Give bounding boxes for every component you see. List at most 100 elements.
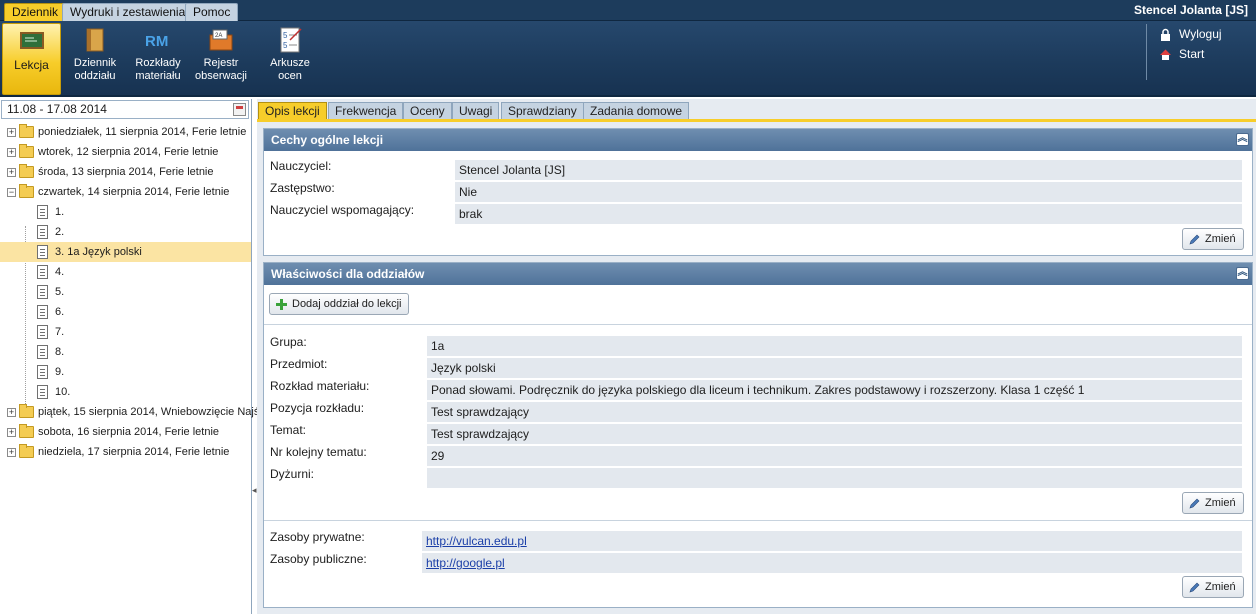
field-value: Nie [455, 182, 1242, 202]
field-row-topic-number: Nr kolejny tematu: 29 [270, 444, 1246, 466]
collapse-up-icon[interactable]: ︽ [1236, 133, 1249, 146]
section-divider [264, 520, 1252, 521]
add-class-button[interactable]: Dodaj oddział do lekcji [269, 293, 410, 315]
top-tab-wydruki[interactable]: Wydruki i zestawienia [62, 3, 194, 21]
svg-text:2A: 2A [215, 33, 222, 39]
grade-sheet-icon: 5 5 [280, 27, 302, 53]
field-label: Nr kolejny tematu: [270, 445, 367, 459]
lesson-document-icon [37, 245, 48, 259]
expand-icon[interactable]: + [7, 428, 16, 437]
tree-lesson-10[interactable]: 10. [0, 382, 251, 402]
field-label: Zasoby prywatne: [270, 530, 365, 544]
tree-day-monday[interactable]: + poniedziałek, 11 sierpnia 2014, Ferie … [0, 122, 251, 142]
tree-day-saturday[interactable]: + sobota, 16 sierpnia 2014, Ferie letnie [0, 422, 251, 442]
tree-node-label: czwartek, 14 sierpnia 2014, Ferie letnie [38, 186, 230, 198]
expand-icon[interactable]: + [7, 148, 16, 157]
lesson-content-area: Opis lekcji Frekwencja Oceny Uwagi Spraw… [257, 99, 1256, 614]
class-properties-panel: Właściwości dla oddziałów ︽ Dodaj oddzia… [263, 262, 1253, 608]
expand-icon[interactable]: + [7, 448, 16, 457]
tree-lesson-8[interactable]: 8. [0, 342, 251, 362]
tree-lesson-1[interactable]: 1. [0, 202, 251, 222]
change-button[interactable]: Zmień [1182, 492, 1244, 514]
lesson-document-icon [37, 225, 48, 239]
tree-lesson-6[interactable]: 6. [0, 302, 251, 322]
start-label: Start [1179, 47, 1205, 61]
tree-day-thursday[interactable]: − czwartek, 14 sierpnia 2014, Ferie letn… [0, 182, 251, 202]
tree-lesson-5[interactable]: 5. [0, 282, 251, 302]
section-divider [264, 324, 1252, 325]
tab-opis-lekcji[interactable]: Opis lekcji [258, 102, 327, 119]
expand-icon[interactable]: + [7, 168, 16, 177]
field-label: Dyżurni: [270, 467, 315, 481]
tree-day-tuesday[interactable]: + wtorek, 12 sierpnia 2014, Ferie letnie [0, 142, 251, 162]
tab-sprawdziany[interactable]: Sprawdziany [501, 102, 584, 119]
panel-title: Cechy ogólne lekcji [271, 133, 384, 147]
chalkboard-icon [19, 32, 44, 49]
lesson-document-icon [37, 205, 48, 219]
field-value: Test sprawdzający [427, 402, 1242, 422]
field-label: Nauczyciel: [270, 159, 332, 173]
tree-node-label: 8. [55, 346, 65, 358]
svg-text:5: 5 [283, 31, 288, 40]
field-label: Zastępstwo: [270, 181, 335, 195]
expand-icon[interactable]: + [7, 408, 16, 417]
journal-book-icon [86, 28, 104, 52]
logout-label: Wyloguj [1179, 27, 1222, 41]
tree-day-wednesday[interactable]: + środa, 13 sierpnia 2014, Ferie letnie [0, 162, 251, 182]
general-properties-panel: Cechy ogólne lekcji ︽ Nauczyciel: Stence… [263, 128, 1253, 256]
tree-lesson-2[interactable]: 2. [0, 222, 251, 242]
field-row-public-resources: Zasoby publiczne: http://google.pl [270, 551, 1246, 573]
tree-node-label: 7. [55, 326, 65, 338]
tree-lesson-4[interactable]: 4. [0, 262, 251, 282]
lesson-tree-panel: 11.08 - 17.08 2014 + poniedziałek, 11 si… [0, 99, 259, 614]
date-range-text: 11.08 - 17.08 2014 [7, 102, 107, 116]
change-label: Zmień [1205, 581, 1236, 593]
start-link[interactable]: Start [1159, 44, 1246, 64]
lesson-document-icon [37, 325, 48, 339]
tree-day-sunday[interactable]: + niedziela, 17 sierpnia 2014, Ferie let… [0, 442, 251, 462]
tree-lesson-9[interactable]: 9. [0, 362, 251, 382]
toolbar-lekcja-button[interactable]: Lekcja [2, 23, 61, 95]
tab-frekwencja[interactable]: Frekwencja [328, 102, 404, 119]
tab-zadania-domowe[interactable]: Zadania domowe [583, 102, 690, 119]
change-button[interactable]: Zmień [1182, 576, 1244, 598]
expand-icon[interactable]: + [7, 128, 16, 137]
folder-icon [19, 164, 34, 178]
field-label: Temat: [270, 423, 307, 437]
toolbar-rejestr-button[interactable]: 2A Rejestr obserwacji [192, 23, 250, 95]
lesson-document-icon [37, 385, 48, 399]
tree-lesson-7[interactable]: 7. [0, 322, 251, 342]
tab-oceny[interactable]: Oceny [403, 102, 452, 119]
toolbar-arkusze-button[interactable]: 5 5 Arkusze ocen [262, 23, 318, 95]
field-value: http://vulcan.edu.pl [422, 531, 1242, 551]
field-label: Rozkład materiału: [270, 379, 370, 393]
tab-uwagi[interactable]: Uwagi [452, 102, 500, 119]
collapse-icon[interactable]: − [7, 188, 16, 197]
lesson-document-icon [37, 365, 48, 379]
toolbar-rozklady-button[interactable]: RM Rozkłady materiału [130, 23, 186, 95]
lesson-document-icon [37, 345, 48, 359]
main-toolbar: Lekcja Dziennik oddziału RM Rozkłady mat… [0, 21, 1256, 97]
tree-node-label: 6. [55, 306, 65, 318]
top-menu-bar: Dziennik Wydruki i zestawienia Pomoc Ste… [0, 0, 1256, 21]
top-tab-pomoc[interactable]: Pomoc [185, 3, 239, 21]
folder-icon [19, 124, 34, 138]
public-resource-link[interactable]: http://google.pl [426, 556, 505, 570]
date-range-field[interactable]: 11.08 - 17.08 2014 [1, 100, 249, 119]
tree-day-friday[interactable]: + piątek, 15 sierpnia 2014, Wniebowzięci… [0, 402, 259, 422]
top-tab-dziennik[interactable]: Dziennik [4, 3, 67, 21]
collapse-up-icon[interactable]: ︽ [1236, 267, 1249, 280]
field-row-private-resources: Zasoby prywatne: http://vulcan.edu.pl [270, 529, 1246, 551]
tree-node-label: sobota, 16 sierpnia 2014, Ferie letnie [38, 426, 220, 438]
tree-node-label: 5. [55, 286, 65, 298]
logout-link[interactable]: Wyloguj [1159, 24, 1246, 44]
private-resource-link[interactable]: http://vulcan.edu.pl [426, 534, 527, 548]
tree-lesson-3-selected[interactable]: 3. 1a Język polski [0, 242, 251, 262]
toolbar-arkusze-label: Arkusze ocen [270, 57, 310, 82]
toolbar-dziennik-button[interactable]: Dziennik oddziału [66, 23, 124, 95]
toolbar-rozklady-label: Rozkłady materiału [135, 57, 181, 82]
calendar-icon[interactable] [233, 103, 246, 116]
field-row-substitution: Zastępstwo: Nie [270, 180, 1246, 202]
field-value: 1a [427, 336, 1242, 356]
change-button[interactable]: Zmień [1182, 228, 1244, 250]
